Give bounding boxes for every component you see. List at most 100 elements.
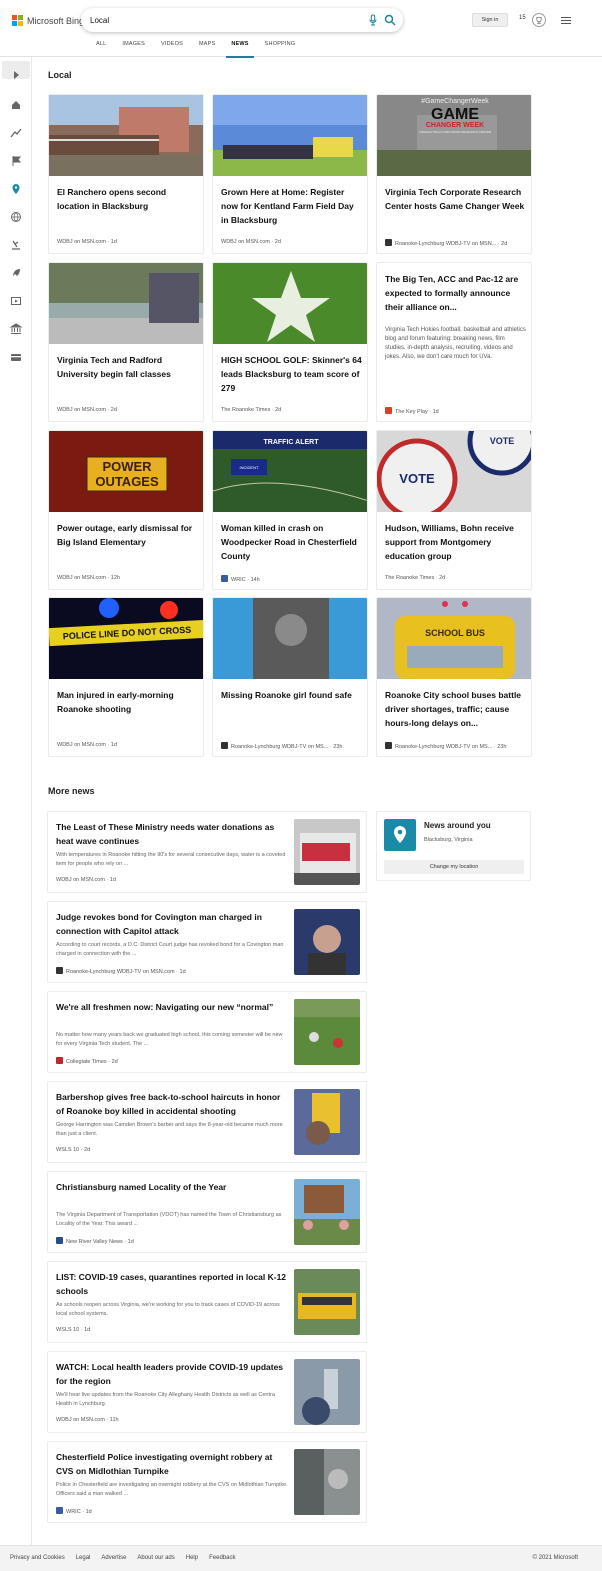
footer-link[interactable]: Help	[186, 1555, 198, 1561]
news-card-source-line: Roanoke-Lynchburg WDBJ-TV on MS... · 23h	[385, 742, 506, 750]
more-news-source-line: WDBJ on MSN.com · 1d	[56, 877, 116, 883]
more-news-item[interactable]: The Least of These Ministry needs water …	[47, 811, 367, 893]
publisher-favicon-icon	[56, 1237, 63, 1244]
more-news-item[interactable]: LIST: COVID-19 cases, quarantines report…	[47, 1261, 367, 1343]
home-icon[interactable]	[10, 99, 22, 111]
more-news-title[interactable]: We're all freshmen now: Navigating our n…	[56, 1000, 288, 1014]
more-news-title[interactable]: WATCH: Local health leaders provide COVI…	[56, 1360, 288, 1388]
more-news-thumbnail[interactable]	[294, 909, 360, 975]
more-news-thumbnail[interactable]	[294, 1179, 360, 1245]
news-card-title[interactable]: Woman killed in crash on Woodpecker Road…	[221, 521, 363, 563]
more-news-item[interactable]: Judge revokes bond for Covington man cha…	[47, 901, 367, 983]
more-news-source: Collegiate Times	[66, 1059, 107, 1065]
more-news-source: WRIC	[66, 1509, 81, 1515]
rewards-points[interactable]: 15	[519, 15, 526, 21]
more-news-title[interactable]: Christiansburg named Locality of the Yea…	[56, 1180, 288, 1194]
game-sub-art: CHANGER WEEK	[426, 122, 484, 129]
news-card[interactable]: TRAFFIC ALERT INCIDENT Woman killed in cra…	[212, 430, 368, 590]
more-news-title[interactable]: LIST: COVID-19 cases, quarantines report…	[56, 1270, 288, 1298]
news-card[interactable]: HIGH SCHOOL GOLF: Skinner's 64 leads Bla…	[212, 262, 368, 422]
tab-shopping[interactable]: SHOPPING	[257, 37, 304, 53]
card-icon[interactable]	[10, 351, 22, 363]
flag-icon[interactable]	[10, 155, 22, 167]
microphone-icon[interactable]	[367, 14, 379, 26]
tab-news[interactable]: NEWS	[223, 37, 256, 58]
news-card-title[interactable]: Man injured in early-morning Roanoke sho…	[57, 688, 199, 716]
more-news-item[interactable]: WATCH: Local health leaders provide COVI…	[47, 1351, 367, 1433]
rocket-icon[interactable]	[10, 267, 22, 279]
more-news-item[interactable]: Barbershop gives free back-to-school hai…	[47, 1081, 367, 1163]
more-news-item[interactable]: Christiansburg named Locality of the Yea…	[47, 1171, 367, 1253]
footer-link[interactable]: Legal	[76, 1555, 91, 1561]
publisher-favicon-icon	[221, 742, 228, 749]
search-input[interactable]	[90, 12, 340, 28]
news-card-time: 23h	[497, 744, 507, 750]
news-card[interactable]: Grown Here at Home: Register now for Ken…	[212, 94, 368, 254]
news-card[interactable]: El Ranchero opens second location in Bla…	[48, 94, 204, 254]
more-news-thumbnail[interactable]	[294, 1269, 360, 1335]
news-card-image: SCHOOL BUS	[377, 598, 531, 679]
more-news-title[interactable]: The Least of These Ministry needs water …	[56, 820, 288, 848]
expand-icon[interactable]	[10, 69, 22, 81]
news-card[interactable]: POLICE LINE DO NOT CROSS Man injured in e…	[48, 597, 204, 757]
news-card-source: Roanoke-Lynchburg WDBJ-TV on MSN...	[395, 241, 497, 247]
tab-videos[interactable]: VIDEOS	[153, 37, 191, 53]
more-news-thumbnail[interactable]	[294, 1359, 360, 1425]
news-card-title[interactable]: El Ranchero opens second location in Bla…	[57, 185, 199, 213]
news-card[interactable]: The Big Ten, ACC and Pac-12 are expected…	[376, 262, 532, 422]
footer-link[interactable]: Privacy and Cookies	[10, 1555, 65, 1561]
news-card-title[interactable]: Grown Here at Home: Register now for Ken…	[221, 185, 363, 227]
sign-in-button[interactable]: Sign in	[472, 13, 508, 27]
science-icon[interactable]	[10, 239, 22, 251]
news-card[interactable]: Missing Roanoke girl found safe Roanoke-L…	[212, 597, 368, 757]
news-card-title[interactable]: The Big Ten, ACC and Pac-12 are expected…	[385, 272, 527, 314]
footer-link[interactable]: Feedback	[209, 1555, 235, 1561]
more-news-thumbnail[interactable]	[294, 999, 360, 1065]
tab-images[interactable]: IMAGES	[114, 37, 153, 53]
publisher-favicon-icon	[385, 239, 392, 246]
search-box	[81, 8, 403, 32]
news-card-title[interactable]: Virginia Tech and Radford University beg…	[57, 353, 199, 381]
tab-maps[interactable]: MAPS	[191, 37, 223, 53]
rewards-trophy-icon[interactable]	[532, 13, 546, 27]
news-card-title[interactable]: Roanoke City school buses battle driver …	[385, 688, 527, 730]
news-card-time: 12h	[110, 575, 120, 581]
news-card[interactable]: SCHOOL BUS Roanoke City school buses batt…	[376, 597, 532, 757]
news-card[interactable]: Virginia Tech and Radford University beg…	[48, 262, 204, 422]
news-card-title[interactable]: Hudson, Williams, Bohn receive support f…	[385, 521, 527, 563]
more-news-item[interactable]: We're all freshmen now: Navigating our n…	[47, 991, 367, 1073]
news-card-time: 2d	[501, 241, 508, 247]
power-art: POWER	[102, 459, 152, 474]
news-card[interactable]: #GameChangerWeek GAME CHANGER WEEK VIRGINIA…	[376, 94, 532, 254]
news-card-title[interactable]: Power outage, early dismissal for Big Is…	[57, 521, 199, 549]
footer-link[interactable]: About our ads	[137, 1555, 174, 1561]
more-news-time: 1d	[179, 969, 186, 975]
location-icon[interactable]	[10, 183, 22, 195]
video-icon[interactable]	[10, 295, 22, 307]
news-card-title[interactable]: HIGH SCHOOL GOLF: Skinner's 64 leads Bla…	[221, 353, 363, 395]
bank-icon[interactable]	[10, 323, 22, 335]
search-icon[interactable]	[384, 14, 396, 26]
change-location-button[interactable]: Change my location	[384, 860, 524, 874]
menu-icon[interactable]	[561, 17, 571, 24]
more-news-source-line: New River Valley News · 1d	[56, 1237, 134, 1245]
more-news-title[interactable]: Barbershop gives free back-to-school hai…	[56, 1090, 288, 1118]
more-news-thumbnail[interactable]	[294, 1089, 360, 1155]
news-card-source: WDBJ on MSN.com	[57, 239, 106, 245]
news-card[interactable]: VOTE VOTE Hudson, Williams, Bohn receive s…	[376, 430, 532, 590]
more-news-thumbnail[interactable]	[294, 819, 360, 885]
footer-link[interactable]: Advertise	[101, 1555, 126, 1561]
tab-all[interactable]: ALL	[88, 37, 114, 53]
more-news-thumbnail[interactable]	[294, 1449, 360, 1515]
news-around-you-panel: News around you Blacksburg, Virginia Cha…	[376, 811, 531, 881]
bing-logo[interactable]: Microsoft Bing	[12, 15, 84, 26]
more-news-title[interactable]: Judge revokes bond for Covington man cha…	[56, 910, 288, 938]
trending-icon[interactable]	[10, 127, 22, 139]
news-card-title[interactable]: Virginia Tech Corporate Research Center …	[385, 185, 527, 213]
more-news-title[interactable]: Chesterfield Police investigating overni…	[56, 1450, 288, 1478]
news-card-title[interactable]: Missing Roanoke girl found safe	[221, 688, 363, 702]
news-card[interactable]: POWER OUTAGES Power outage, early dismissa…	[48, 430, 204, 590]
publisher-favicon-icon	[385, 407, 392, 414]
more-news-item[interactable]: Chesterfield Police investigating overni…	[47, 1441, 367, 1523]
globe-icon[interactable]	[10, 211, 22, 223]
